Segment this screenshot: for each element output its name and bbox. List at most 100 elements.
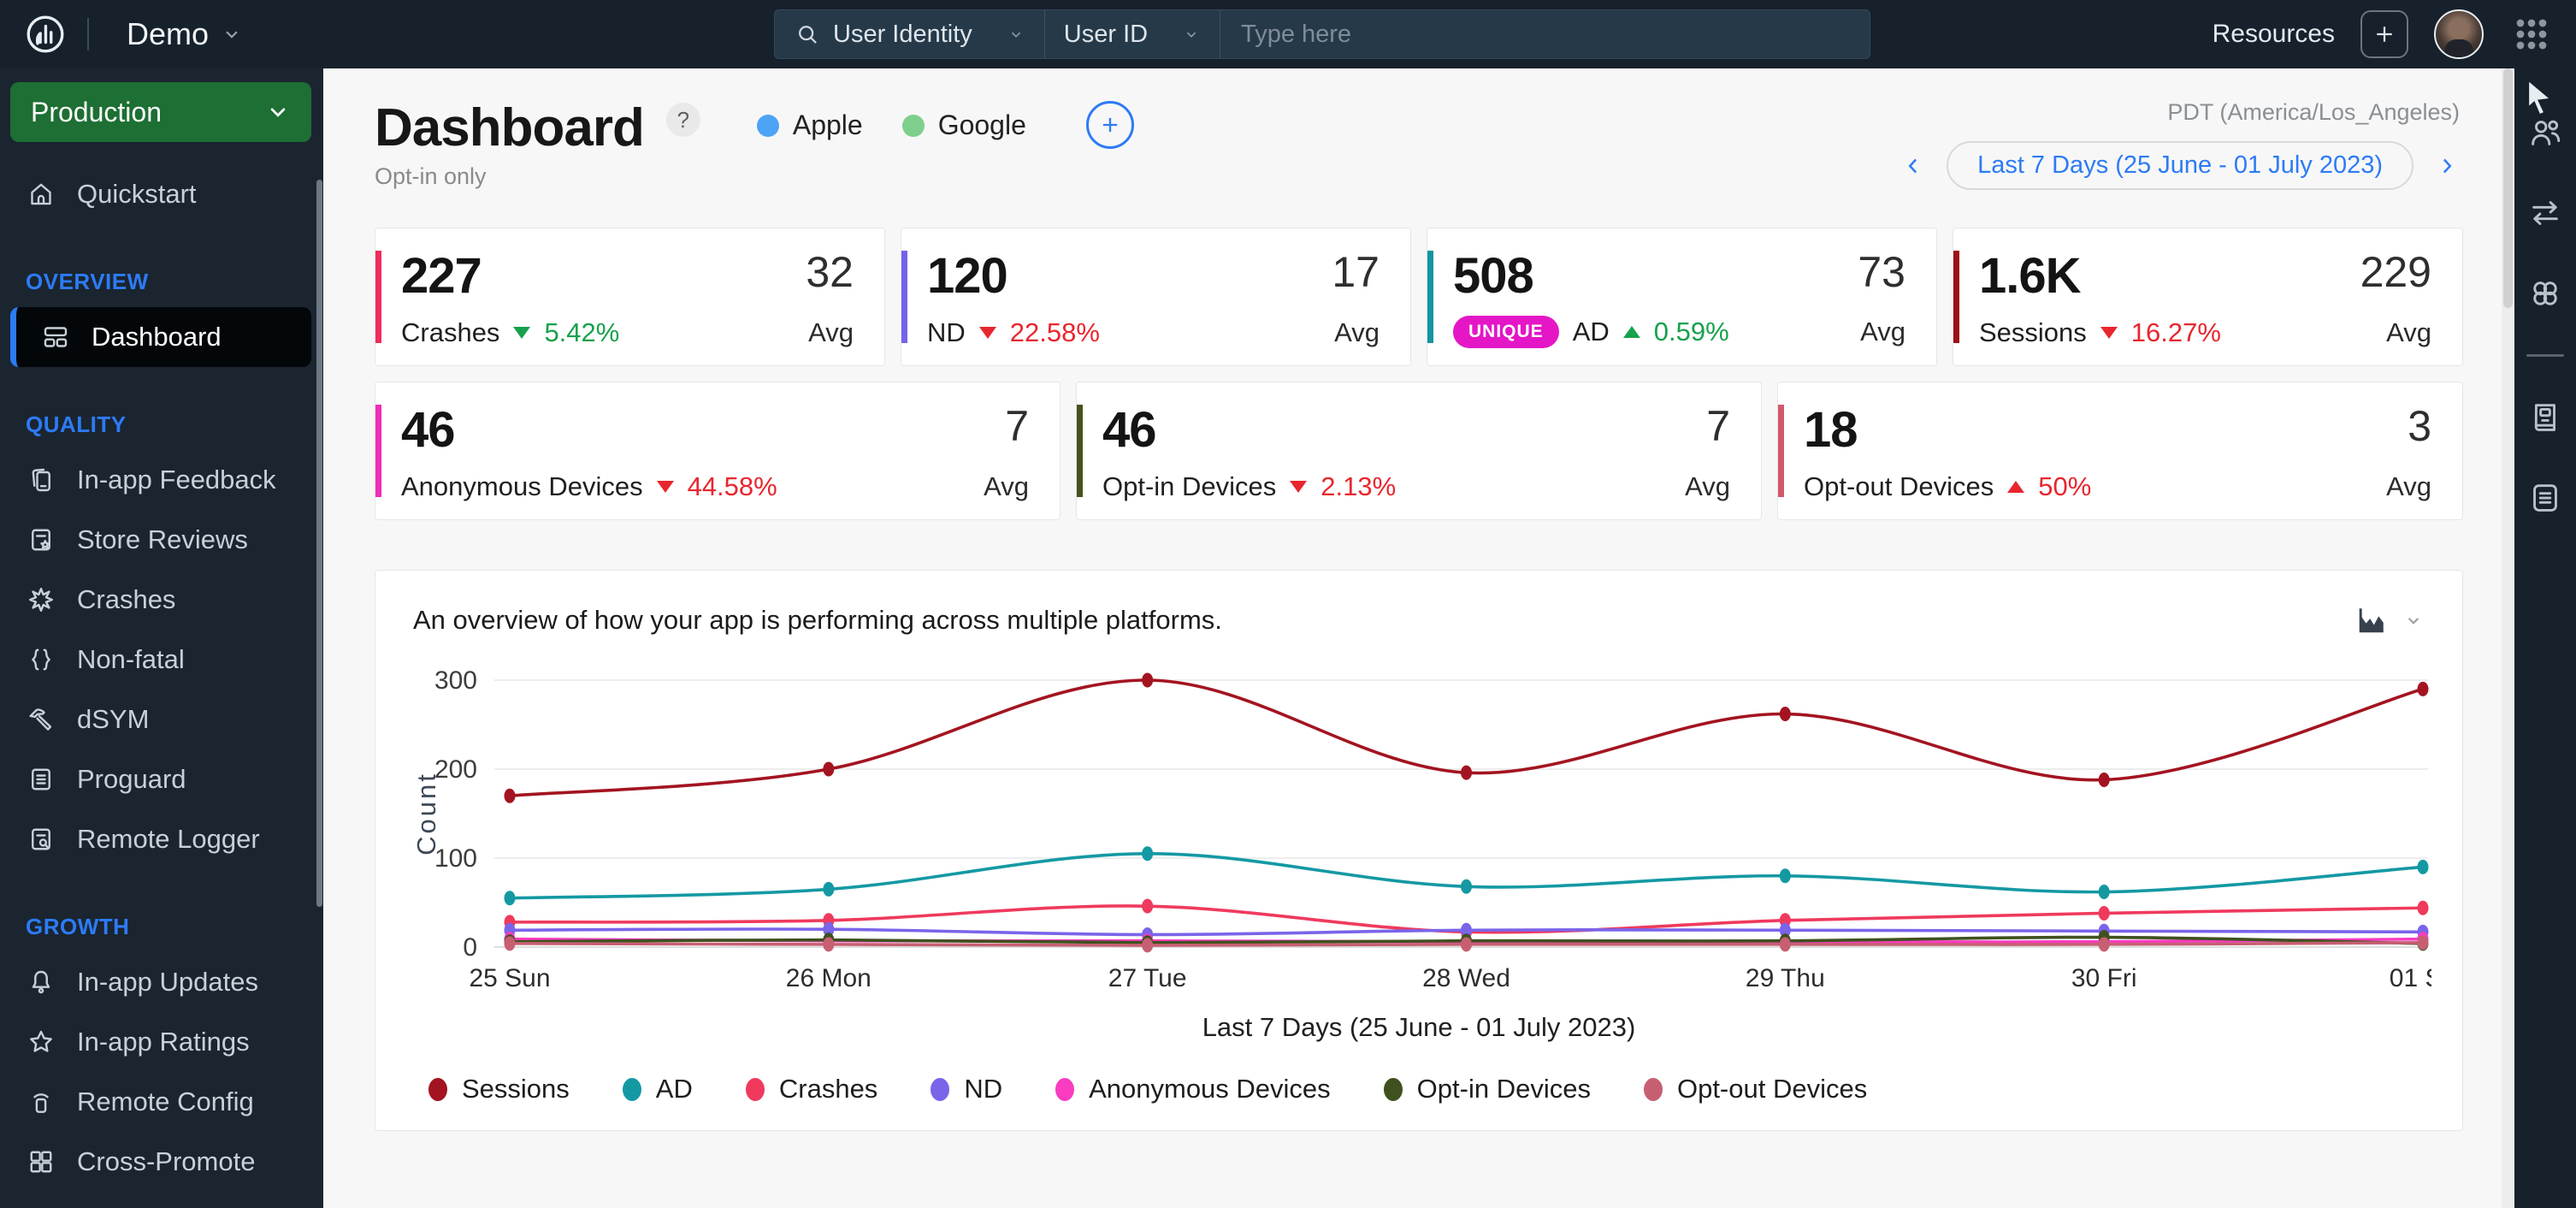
rail-notes-icon[interactable] [2526, 478, 2565, 518]
environment-select[interactable]: Production [10, 82, 311, 142]
rail-users-icon[interactable] [2526, 113, 2565, 152]
create-new-button[interactable] [2360, 10, 2408, 58]
rail-clover-icon[interactable] [2526, 274, 2565, 313]
stat-card-anonymous-devices[interactable]: 46 7 Anonymous Devices 44.58% Avg [375, 382, 1061, 520]
sidebar-item-non-fatal[interactable]: Non-fatal [0, 630, 323, 690]
avg-label: Avg [1860, 317, 1905, 346]
data-point-sessions[interactable] [504, 788, 516, 803]
trend-up-icon [1622, 326, 1640, 338]
legend-item-crashes[interactable]: Crashes [745, 1074, 877, 1104]
data-point-ad[interactable] [1142, 846, 1154, 862]
data-point-opt-out-devices[interactable] [823, 937, 835, 952]
date-prev-icon[interactable] [1900, 153, 1926, 179]
data-point-sessions[interactable] [823, 761, 835, 777]
data-point-ad[interactable] [504, 891, 516, 906]
data-point-crashes[interactable] [2098, 905, 2110, 921]
avg-label: Avg [2386, 317, 2431, 347]
data-point-sessions[interactable] [1461, 765, 1472, 780]
sidebar-item-remote-logger[interactable]: Remote Logger [0, 809, 323, 869]
sidebar-item-quickstart[interactable]: Quickstart [0, 164, 323, 224]
chevron-down-icon[interactable] [2402, 609, 2425, 631]
help-icon[interactable]: ? [665, 103, 700, 137]
rail-book-az-icon[interactable] [2526, 398, 2565, 437]
sidebar-item-remote-config[interactable]: Remote Config [0, 1072, 323, 1132]
sidebar-item-in-app-updates[interactable]: In-app Updates [0, 952, 323, 1012]
data-point-ad[interactable] [2098, 885, 2110, 900]
sidebar-item-dsym[interactable]: dSYM [0, 690, 323, 749]
stat-value: 46 [401, 402, 456, 458]
chart-type-icon[interactable] [2353, 601, 2390, 639]
stat-label: AD [1572, 317, 1610, 346]
legend-dot [745, 1077, 765, 1101]
avg-label: Avg [1334, 317, 1380, 347]
data-point-ad[interactable] [2417, 859, 2429, 874]
sidebar-section-label: QUALITY [26, 412, 127, 437]
legend-item-opt-in-devices[interactable]: Opt-in Devices [1383, 1074, 1591, 1104]
main-scrollbar[interactable] [2502, 68, 2514, 1208]
svg-text:27 Tue: 27 Tue [1108, 964, 1187, 992]
legend-item-anonymous-devices[interactable]: Anonymous Devices [1055, 1074, 1331, 1104]
data-point-opt-out-devices[interactable] [1461, 937, 1472, 952]
sidebar-item-in-app-ratings[interactable]: In-app Ratings [0, 1012, 323, 1072]
search-input[interactable] [1220, 10, 1870, 58]
add-platform-button[interactable] [1085, 101, 1134, 149]
main-content: Dashboard ? Apple Google Opt-in only PDT … [323, 68, 2514, 1208]
data-point-ad[interactable] [1461, 879, 1472, 894]
data-point-opt-out-devices[interactable] [1142, 938, 1154, 953]
app-switcher[interactable]: Demo [127, 16, 243, 52]
sidebar-item-in-app-feedback[interactable]: In-app Feedback [0, 450, 323, 510]
stat-card-sessions[interactable]: 1.6K 229 Sessions 16.27% Avg [1953, 228, 2463, 366]
data-point-ad[interactable] [1779, 868, 1791, 884]
data-point-sessions[interactable] [1142, 672, 1154, 688]
data-point-sessions[interactable] [2098, 772, 2110, 787]
stat-card-ad[interactable]: 508 73 UNIQUE AD 0.59% Avg [1427, 228, 1937, 366]
date-next-icon[interactable] [2434, 153, 2460, 179]
user-avatar[interactable] [2434, 9, 2484, 59]
legend-item-ad[interactable]: AD [622, 1074, 693, 1104]
stat-card-nd[interactable]: 120 17 ND 22.58% Avg [901, 228, 1411, 366]
rail-swap-arrows-icon[interactable] [2526, 193, 2565, 233]
data-point-opt-out-devices[interactable] [504, 936, 516, 951]
data-point-ad[interactable] [823, 881, 835, 897]
sidebar-item-crashes[interactable]: Crashes [0, 570, 323, 630]
sidebar-item-label: Remote Config [77, 1087, 254, 1116]
apps-grid-icon[interactable] [2509, 12, 2554, 56]
legend-item-nd[interactable]: ND [931, 1074, 1002, 1104]
legend-label: ND [964, 1074, 1003, 1104]
stat-card-opt-out-devices[interactable]: 18 3 Opt-out Devices 50% Avg [1777, 382, 2463, 520]
global-search: User Identity User ID [774, 9, 1870, 59]
sidebar-item-cross-promote[interactable]: Cross-Promote [0, 1132, 323, 1192]
topbar-divider [87, 18, 89, 50]
data-point-opt-out-devices[interactable] [2417, 935, 2429, 950]
legend-item-opt-out-devices[interactable]: Opt-out Devices [1643, 1074, 1867, 1104]
platform-apple[interactable]: Apple [756, 110, 863, 141]
chevron-down-icon [1007, 25, 1025, 44]
sidebar-item-label: Crashes [77, 584, 176, 614]
search-type-select[interactable]: User Identity [775, 10, 1044, 58]
sidebar-item-dashboard[interactable]: Dashboard [10, 307, 311, 367]
data-point-crashes[interactable] [1142, 898, 1154, 914]
data-point-opt-out-devices[interactable] [2098, 937, 2110, 952]
data-point-sessions[interactable] [1779, 707, 1791, 722]
search-field-select[interactable]: User ID [1045, 10, 1220, 58]
doc-search-icon [26, 824, 56, 855]
app-logo-icon[interactable] [22, 11, 68, 57]
platform-google[interactable]: Google [901, 110, 1026, 141]
date-range-picker[interactable]: Last 7 Days (25 June - 01 July 2023) [1947, 141, 2414, 190]
sidebar-item-proguard[interactable]: Proguard [0, 749, 323, 809]
sidebar-item-store-reviews[interactable]: Store Reviews [0, 510, 323, 570]
stat-card-opt-in-devices[interactable]: 46 7 Opt-in Devices 2.13% Avg [1076, 382, 1762, 520]
search-icon [794, 21, 821, 48]
stat-label: Opt-out Devices [1804, 471, 1994, 501]
stat-card-crashes[interactable]: 227 32 Crashes 5.42% Avg [375, 228, 885, 366]
data-point-sessions[interactable] [2417, 681, 2429, 696]
data-point-crashes[interactable] [2417, 900, 2429, 915]
line-chart: 0 100 200 300 Count 25 Sun 26 Mon 27 Tue 28 Wed 2… [413, 663, 2431, 1005]
resources-link[interactable]: Resources [2213, 20, 2335, 49]
bell-icon [26, 967, 56, 998]
data-point-opt-out-devices[interactable] [1779, 937, 1791, 952]
legend-item-sessions[interactable]: Sessions [428, 1074, 570, 1104]
svg-text:25 Sun: 25 Sun [469, 964, 550, 992]
search-type-value: User Identity [833, 20, 972, 48]
sidebar-scrollbar[interactable] [316, 180, 322, 907]
